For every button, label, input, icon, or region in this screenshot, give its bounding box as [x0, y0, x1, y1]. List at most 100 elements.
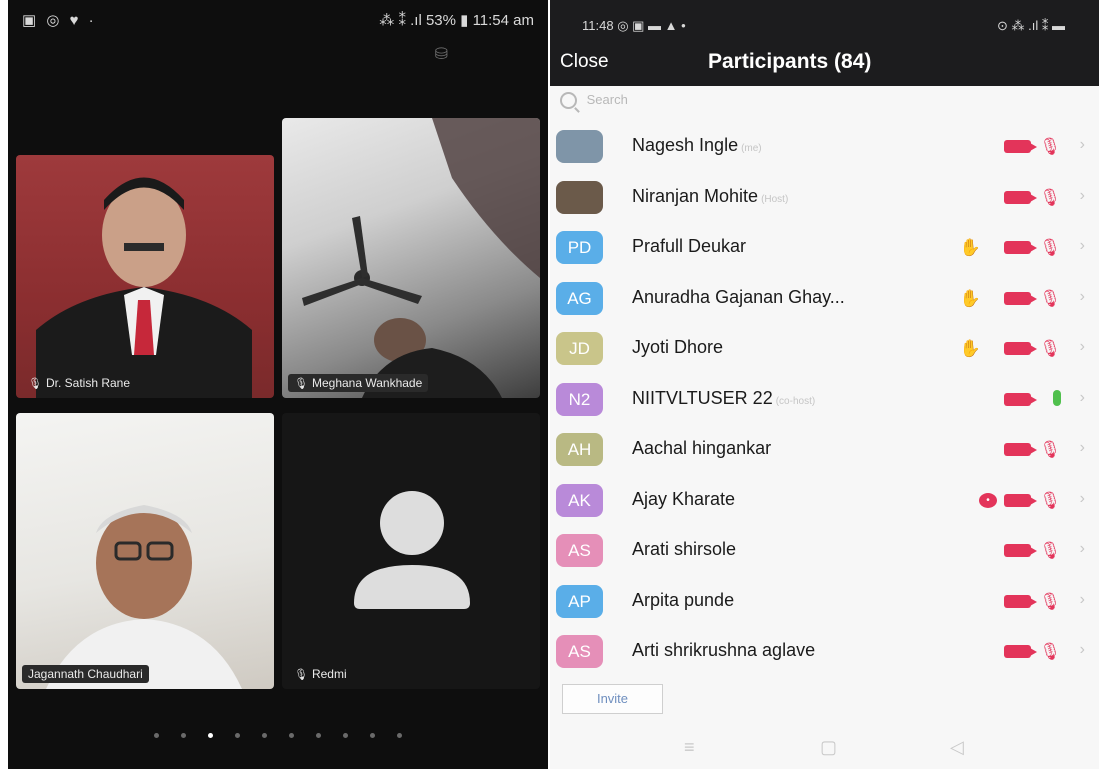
page-dot-active[interactable]: [208, 733, 213, 738]
video-tile[interactable]: 🎙 Meghana Wankhade: [282, 118, 540, 398]
mic-muted-icon: 🎙: [1039, 288, 1061, 308]
role-tag: (co-host): [775, 395, 816, 407]
notification-icons: ▣ ◎ ♥ ·: [22, 12, 97, 29]
close-button[interactable]: Close: [560, 51, 609, 73]
participant-row[interactable]: Nagesh Ingle (me) 🎙 ›: [550, 121, 1099, 172]
participant-status-icons: ✋ 🎙 ›: [935, 338, 1085, 359]
participant-name: Arpita punde: [632, 590, 734, 611]
chevron-right-icon[interactable]: ›: [1080, 490, 1085, 508]
participant-status-icons: ›: [935, 389, 1085, 410]
avatar: [556, 130, 603, 163]
role-tag: (me): [741, 143, 762, 154]
chevron-right-icon[interactable]: ›: [1080, 439, 1085, 457]
video-off-icon: [1004, 544, 1037, 557]
chevron-right-icon[interactable]: ›: [1080, 136, 1085, 154]
page-dot[interactable]: [181, 733, 186, 738]
page-dot[interactable]: [316, 733, 321, 738]
home-icon[interactable]: ▢: [820, 737, 837, 758]
participant-name-text: Ajay Kharate: [632, 488, 736, 509]
participant-row[interactable]: AP Arpita punde 🎙 ›: [550, 576, 1099, 627]
participant-row[interactable]: AH Aachal hingankar 🎙 ›: [550, 424, 1099, 475]
participant-row[interactable]: AS Arti shrikrushna aglave 🎙 ›: [550, 626, 1099, 677]
video-tile[interactable]: Jagannath Chaudhari: [16, 413, 274, 689]
status-bar: ▣ ◎ ♥ · ⁂ ⁑ .ıl 53% ▮ 11:54 am: [8, 0, 548, 40]
mic-muted-icon: 🎙: [1039, 541, 1061, 560]
back-icon[interactable]: ◁: [950, 737, 964, 758]
status-right: ⁂ ⁑ .ıl 53% ▮ 11:54 am: [379, 12, 534, 29]
video-off-icon: [1004, 645, 1037, 658]
participant-status-icons: ✋ 🎙 ›: [935, 288, 1085, 309]
chevron-right-icon[interactable]: ›: [1080, 338, 1085, 356]
chevron-right-icon[interactable]: ›: [1080, 591, 1085, 609]
chevron-right-icon[interactable]: ›: [1080, 187, 1085, 205]
recents-icon[interactable]: ≡: [684, 737, 695, 758]
video-off-icon: [1004, 392, 1037, 406]
status-right: ⊙ ⁂ .ıl ⁑ ▬: [997, 18, 1065, 33]
page-dot[interactable]: [343, 733, 348, 738]
mic-muted-icon: 🎙: [1039, 642, 1061, 661]
video-tile[interactable]: 🎙 Redmi: [282, 413, 540, 689]
participant-name-text: Arpita punde: [632, 589, 735, 610]
participant-name: Arti shrikrushna aglave: [632, 640, 815, 661]
participant-row[interactable]: N2 NIITVLTUSER 22 (co-host) ›: [550, 374, 1099, 425]
page-dot[interactable]: [262, 733, 267, 738]
participant-video: [46, 505, 242, 689]
chevron-right-icon[interactable]: ›: [1080, 288, 1085, 306]
tile-name-label: 🎙 Meghana Wankhade: [288, 374, 429, 392]
page-dot[interactable]: [289, 733, 294, 738]
participant-status-icons: 🎙 ›: [935, 187, 1085, 208]
chat-bubble-icon: •: [979, 492, 997, 508]
mic-muted-icon: 🎙: [1039, 339, 1061, 358]
participant-video: [302, 118, 540, 398]
avatar-placeholder-icon: [354, 491, 470, 609]
chevron-right-icon[interactable]: ›: [1080, 389, 1085, 407]
video-off-icon: [1004, 140, 1037, 153]
switch-camera-icon[interactable]: ⛁: [435, 44, 448, 64]
mic-muted-icon: 🎙: [1039, 137, 1061, 156]
invite-button[interactable]: Invite: [562, 684, 663, 714]
search-input[interactable]: Search: [560, 92, 1090, 114]
participants-panel: 11:48 ◎ ▣ ▬ ▲ • ⊙ ⁂ .ıl ⁑ ▬ Close Partic…: [550, 0, 1099, 769]
video-tile[interactable]: 🎙 Dr. Satish Rane: [16, 155, 274, 398]
tile-name-label: Jagannath Chaudhari: [22, 665, 149, 683]
participant-name: Arati shirsole: [632, 539, 736, 560]
participant-name-text: Arati shirsole: [632, 539, 737, 559]
page-dot[interactable]: [397, 733, 402, 738]
status-time: 11:48: [582, 18, 614, 33]
raised-hand-icon: ✋: [959, 238, 981, 257]
video-off-icon: [1004, 594, 1037, 608]
search-placeholder: Search: [586, 92, 628, 107]
participant-name-text: NIITVLTUSER 22: [632, 387, 773, 408]
participant-row[interactable]: AG Anuradha Gajanan Ghay... ✋ 🎙 ›: [550, 273, 1099, 324]
participant-name: Jyoti Dhore: [632, 337, 723, 358]
participant-name-text: Anuradha Gajanan Ghay...: [632, 286, 845, 307]
participant-status-icons: 🎙 ›: [935, 439, 1085, 460]
avatar: AK: [556, 483, 603, 517]
page-dot[interactable]: [235, 733, 240, 738]
avatar: JD: [556, 332, 603, 365]
chevron-right-icon[interactable]: ›: [1080, 540, 1085, 558]
participant-name: Aachal hingankar: [632, 438, 771, 459]
chevron-right-icon[interactable]: ›: [1080, 641, 1085, 659]
page-dot[interactable]: [154, 733, 159, 738]
raised-hand-icon: ✋: [959, 339, 981, 358]
participant-row[interactable]: AK Ajay Kharate • 🎙 ›: [550, 475, 1099, 526]
meeting-gallery: ▣ ◎ ♥ · ⁂ ⁑ .ıl 53% ▮ 11:54 am ⛁ 🎙 Dr. Sa…: [8, 0, 548, 769]
participant-name: Anuradha Gajanan Ghay...: [632, 287, 845, 308]
video-off-icon: [1004, 443, 1037, 456]
mic-icon: 🎙: [294, 669, 308, 681]
participant-row[interactable]: JD Jyoti Dhore ✋ 🎙 ›: [550, 323, 1099, 374]
participant-row[interactable]: Niranjan Mohite (Host) 🎙 ›: [550, 172, 1099, 223]
participant-name-text: Aachal hingankar: [632, 438, 772, 458]
mic-muted-icon: 🎙: [1039, 187, 1061, 207]
video-off-icon: [1004, 291, 1037, 305]
chevron-right-icon[interactable]: ›: [1080, 237, 1085, 255]
avatar: N2: [556, 382, 603, 416]
mic-muted-icon: 🎙: [1039, 440, 1061, 459]
participant-row[interactable]: PD Prafull Deukar ✋ 🎙 ›: [550, 222, 1099, 273]
participant-name: Nagesh Ingle (me): [632, 135, 762, 156]
participant-row[interactable]: AS Arati shirsole 🎙 ›: [550, 525, 1099, 576]
avatar: PD: [556, 231, 603, 264]
page-dot[interactable]: [370, 733, 375, 738]
page-indicator[interactable]: [8, 733, 548, 738]
